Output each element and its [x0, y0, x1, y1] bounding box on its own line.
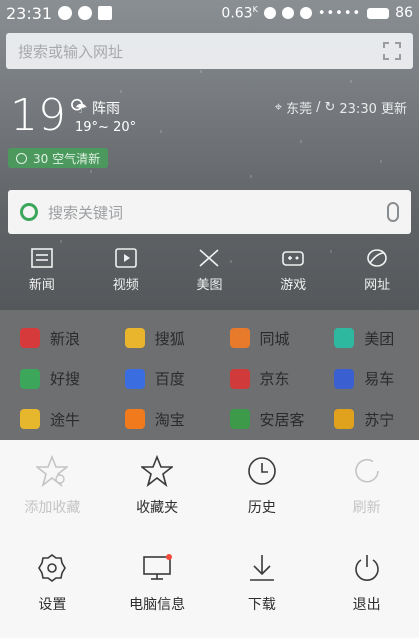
refresh-small-icon: ↻	[324, 100, 336, 115]
sync-icon-2	[78, 6, 93, 20]
site-label: 美团	[364, 329, 395, 348]
site-shortcut[interactable]: 易车	[314, 359, 419, 399]
gear-icon	[38, 554, 67, 582]
site-logo-icon	[334, 409, 355, 430]
site-shortcut[interactable]: 美团	[314, 318, 419, 358]
site-shortcut[interactable]: 同城	[210, 318, 315, 358]
microphone-icon[interactable]	[387, 202, 399, 222]
scan-icon[interactable]	[383, 42, 401, 60]
refresh-icon	[354, 458, 379, 483]
category-video[interactable]: 视频	[84, 248, 168, 293]
photo-icon	[199, 249, 220, 267]
site-shortcut[interactable]: 新浪	[0, 318, 105, 358]
download-icon	[249, 555, 274, 581]
site-logo-icon	[229, 409, 250, 430]
star-icon	[141, 455, 174, 487]
air-quality-badge: 30 空气清新	[8, 148, 109, 168]
site-shortcut[interactable]: 途牛	[0, 399, 105, 439]
monitor-icon	[143, 554, 173, 580]
status-bar: 23:31 0.63K ••••• 86	[0, 0, 419, 26]
settings-button[interactable]: 设置	[0, 552, 105, 614]
category-photo[interactable]: 美图	[168, 248, 252, 293]
clock-icon	[248, 457, 276, 485]
site-label: 新浪	[50, 329, 81, 348]
history-button[interactable]: 历史	[210, 455, 315, 517]
battery-icon	[367, 7, 390, 19]
weather-condition: 阵雨	[92, 101, 121, 117]
keyword-search-placeholder: 搜索关键词	[48, 203, 124, 222]
signal-icon: •••••	[317, 5, 362, 21]
site-logo-icon	[124, 409, 145, 430]
url-search-placeholder: 搜索或输入网址	[18, 42, 124, 61]
site-logo-icon	[124, 368, 145, 389]
download-button[interactable]: 下载	[210, 552, 315, 614]
category-nav: 新闻 视频 美图 游戏 网址	[0, 248, 419, 293]
search-engine-logo-icon	[20, 203, 38, 221]
site-logo-icon	[124, 328, 145, 348]
refresh-button[interactable]: 刷新	[314, 455, 419, 517]
news-icon	[31, 248, 53, 268]
category-game[interactable]: 游戏	[251, 248, 335, 293]
site-label: 途牛	[50, 410, 81, 429]
site-label: 苏宁	[364, 410, 395, 429]
site-logo-icon	[229, 328, 250, 348]
air-quality-text: 30 空气清新	[33, 151, 101, 166]
rain-icon: ☂	[75, 101, 88, 117]
location-pin-icon: ⌖	[274, 100, 283, 115]
network-speed: 0.63K	[221, 4, 258, 22]
site-label: 安居客	[259, 410, 305, 429]
exit-button[interactable]: 退出	[314, 552, 419, 614]
site-label: 好搜	[50, 370, 81, 389]
site-label: 京东	[259, 370, 290, 389]
game-icon	[282, 251, 305, 266]
site-label: 百度	[154, 370, 185, 389]
alarm-icon	[281, 7, 294, 19]
temperature-range: 19°~ 20°	[75, 120, 137, 135]
site-logo-icon	[20, 328, 40, 348]
menu-sheet: 添加收藏 收藏夹 历史 刷新 设置 电脑信息 下载 退出	[0, 440, 419, 638]
site-label: 淘宝	[154, 410, 185, 429]
add-favorite-button[interactable]: 添加收藏	[0, 455, 105, 517]
video-icon	[114, 248, 137, 268]
image-icon	[98, 6, 113, 20]
favorites-button[interactable]: 收藏夹	[105, 455, 210, 517]
category-sites[interactable]: 网址	[335, 248, 419, 293]
site-shortcut[interactable]: 安居客	[210, 399, 315, 439]
star-add-icon	[36, 455, 69, 487]
site-shortcut[interactable]: 苏宁	[314, 399, 419, 439]
update-time: 23:30 更新	[339, 102, 407, 117]
mute-icon	[263, 7, 276, 19]
weather-summary: ☂ 阵雨 19°~ 20°	[75, 98, 136, 135]
status-time: 23:31	[6, 3, 53, 23]
pc-info-button[interactable]: 电脑信息	[105, 552, 210, 614]
url-search-bar[interactable]: 搜索或输入网址	[6, 33, 413, 69]
power-icon	[354, 555, 379, 581]
category-news[interactable]: 新闻	[0, 248, 84, 293]
location-name: 东莞	[286, 102, 313, 117]
wifi-icon	[299, 7, 312, 19]
site-shortcuts: 新浪 搜狐 同城 美团好搜 百度 京东 易车途牛 淘宝 安居客 苏宁	[0, 310, 419, 440]
sites-icon	[367, 249, 387, 267]
site-logo-icon	[334, 328, 355, 348]
site-shortcut[interactable]: 百度	[105, 359, 210, 399]
site-shortcut[interactable]: 淘宝	[105, 399, 210, 439]
site-shortcut[interactable]: 好搜	[0, 359, 105, 399]
site-logo-icon	[229, 368, 250, 389]
site-logo-icon	[334, 368, 355, 389]
weather-location[interactable]: ⌖ 东莞 / ↻ 23:30 更新	[275, 98, 407, 117]
keyword-search-bar[interactable]: 搜索关键词	[8, 190, 411, 234]
site-label: 易车	[364, 370, 395, 389]
smile-icon	[16, 152, 27, 164]
site-logo-icon	[20, 409, 40, 430]
site-shortcut[interactable]: 搜狐	[105, 318, 210, 358]
site-shortcut[interactable]: 京东	[210, 359, 315, 399]
site-label: 搜狐	[154, 329, 185, 348]
site-logo-icon	[20, 368, 40, 389]
site-label: 同城	[259, 329, 290, 348]
sync-icon	[58, 6, 73, 20]
battery-level: 86	[395, 5, 413, 21]
